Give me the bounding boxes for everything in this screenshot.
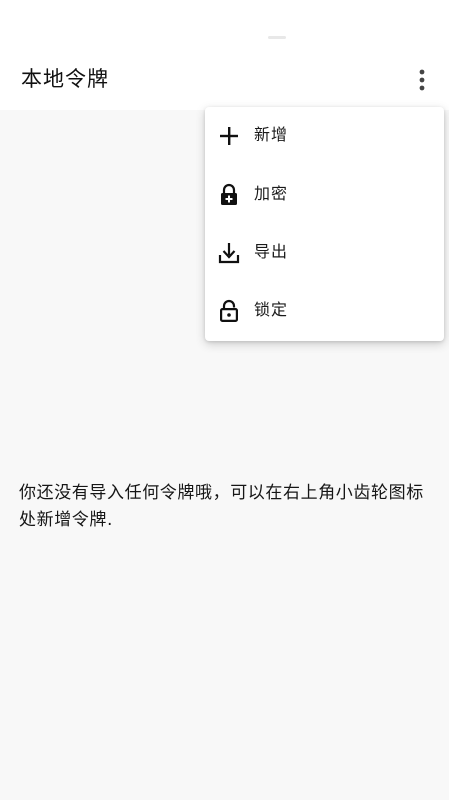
plus-icon	[217, 124, 241, 148]
status-bar	[0, 0, 449, 50]
screen: 本地令牌 你还没有导入任何令牌哦，可以在右上角小齿轮图标处新增令牌. 新增 加密…	[0, 0, 449, 800]
page-title: 本地令牌	[21, 67, 109, 91]
overflow-menu: 新增 加密 导出 锁定	[205, 107, 444, 341]
download-icon	[217, 241, 241, 265]
menu-item-encrypt[interactable]: 加密	[205, 166, 444, 224]
more-vert-icon	[406, 64, 438, 96]
menu-item-label: 新增	[254, 125, 289, 144]
menu-item-add[interactable]: 新增	[205, 107, 444, 165]
menu-item-export[interactable]: 导出	[205, 224, 444, 282]
app-bar: 本地令牌	[0, 50, 449, 110]
lock-plus-icon	[217, 183, 241, 207]
status-indicator	[268, 36, 286, 39]
menu-item-lock[interactable]: 锁定	[205, 282, 444, 340]
empty-state-message: 你还没有导入任何令牌哦，可以在右上角小齿轮图标处新增令牌.	[19, 483, 424, 530]
menu-item-label: 导出	[254, 242, 289, 261]
more-options-button[interactable]	[406, 64, 438, 96]
lock-open-icon	[217, 299, 241, 323]
menu-item-label: 加密	[254, 184, 289, 203]
menu-item-label: 锁定	[254, 300, 289, 319]
